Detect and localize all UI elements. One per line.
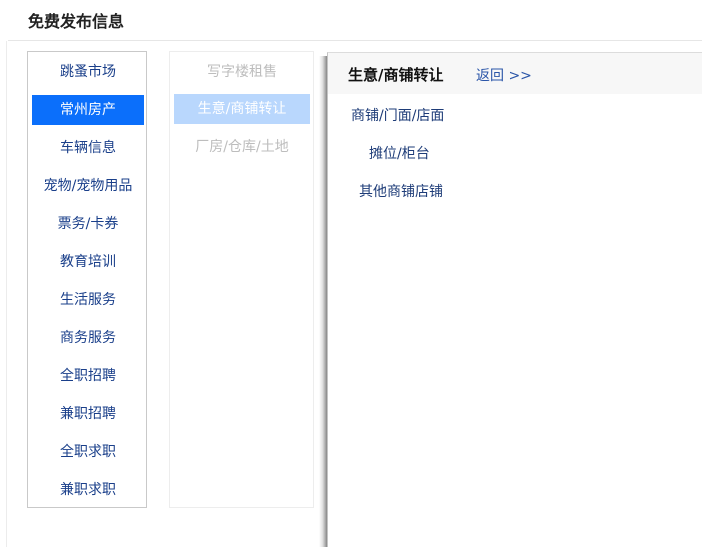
category-item-flea-market[interactable]: 跳蚤市场 bbox=[32, 57, 144, 87]
detail-panel: 生意/商铺转让 返回 >> 商铺/门面/店面 摊位/柜台 其他商铺店铺 bbox=[327, 52, 702, 547]
title-divider bbox=[8, 40, 702, 41]
category-item-parttime-seeking[interactable]: 兼职求职 bbox=[32, 475, 144, 505]
left-border bbox=[6, 41, 7, 547]
category-item-fulltime-hiring[interactable]: 全职招聘 bbox=[32, 361, 144, 391]
category-list: 跳蚤市场 常州房产 车辆信息 宠物/宠物用品 票务/卡券 教育培训 生活服务 商… bbox=[27, 51, 147, 508]
detail-panel-header: 生意/商铺转让 返回 >> bbox=[328, 53, 702, 94]
subcategory-item-shop-transfer[interactable]: 生意/商铺转让 bbox=[174, 94, 310, 124]
category-item-tickets[interactable]: 票务/卡券 bbox=[32, 209, 144, 239]
subcategory-list: 写字楼租售 生意/商铺转让 厂房/仓库/土地 bbox=[169, 51, 314, 508]
detail-item-storefront[interactable]: 商铺/门面/店面 bbox=[351, 105, 444, 125]
detail-panel-title: 生意/商铺转让 bbox=[348, 66, 444, 84]
page-title: 免费发布信息 bbox=[28, 12, 125, 31]
category-item-fulltime-seeking[interactable]: 全职求职 bbox=[32, 437, 144, 467]
subcategory-item-factory[interactable]: 厂房/仓库/土地 bbox=[174, 132, 310, 162]
category-item-education[interactable]: 教育培训 bbox=[32, 247, 144, 277]
category-item-real-estate[interactable]: 常州房产 bbox=[32, 95, 144, 125]
category-item-vehicles[interactable]: 车辆信息 bbox=[32, 133, 144, 163]
category-item-life-services[interactable]: 生活服务 bbox=[32, 285, 144, 315]
category-item-pets[interactable]: 宠物/宠物用品 bbox=[32, 171, 144, 201]
subcategory-item-office[interactable]: 写字楼租售 bbox=[174, 57, 310, 87]
detail-item-other-shops[interactable]: 其他商铺店铺 bbox=[359, 181, 443, 201]
back-link[interactable]: 返回 >> bbox=[476, 65, 532, 85]
category-item-parttime-hiring[interactable]: 兼职招聘 bbox=[32, 399, 144, 429]
detail-item-stall[interactable]: 摊位/柜台 bbox=[369, 143, 430, 163]
category-item-business-services[interactable]: 商务服务 bbox=[32, 323, 144, 353]
